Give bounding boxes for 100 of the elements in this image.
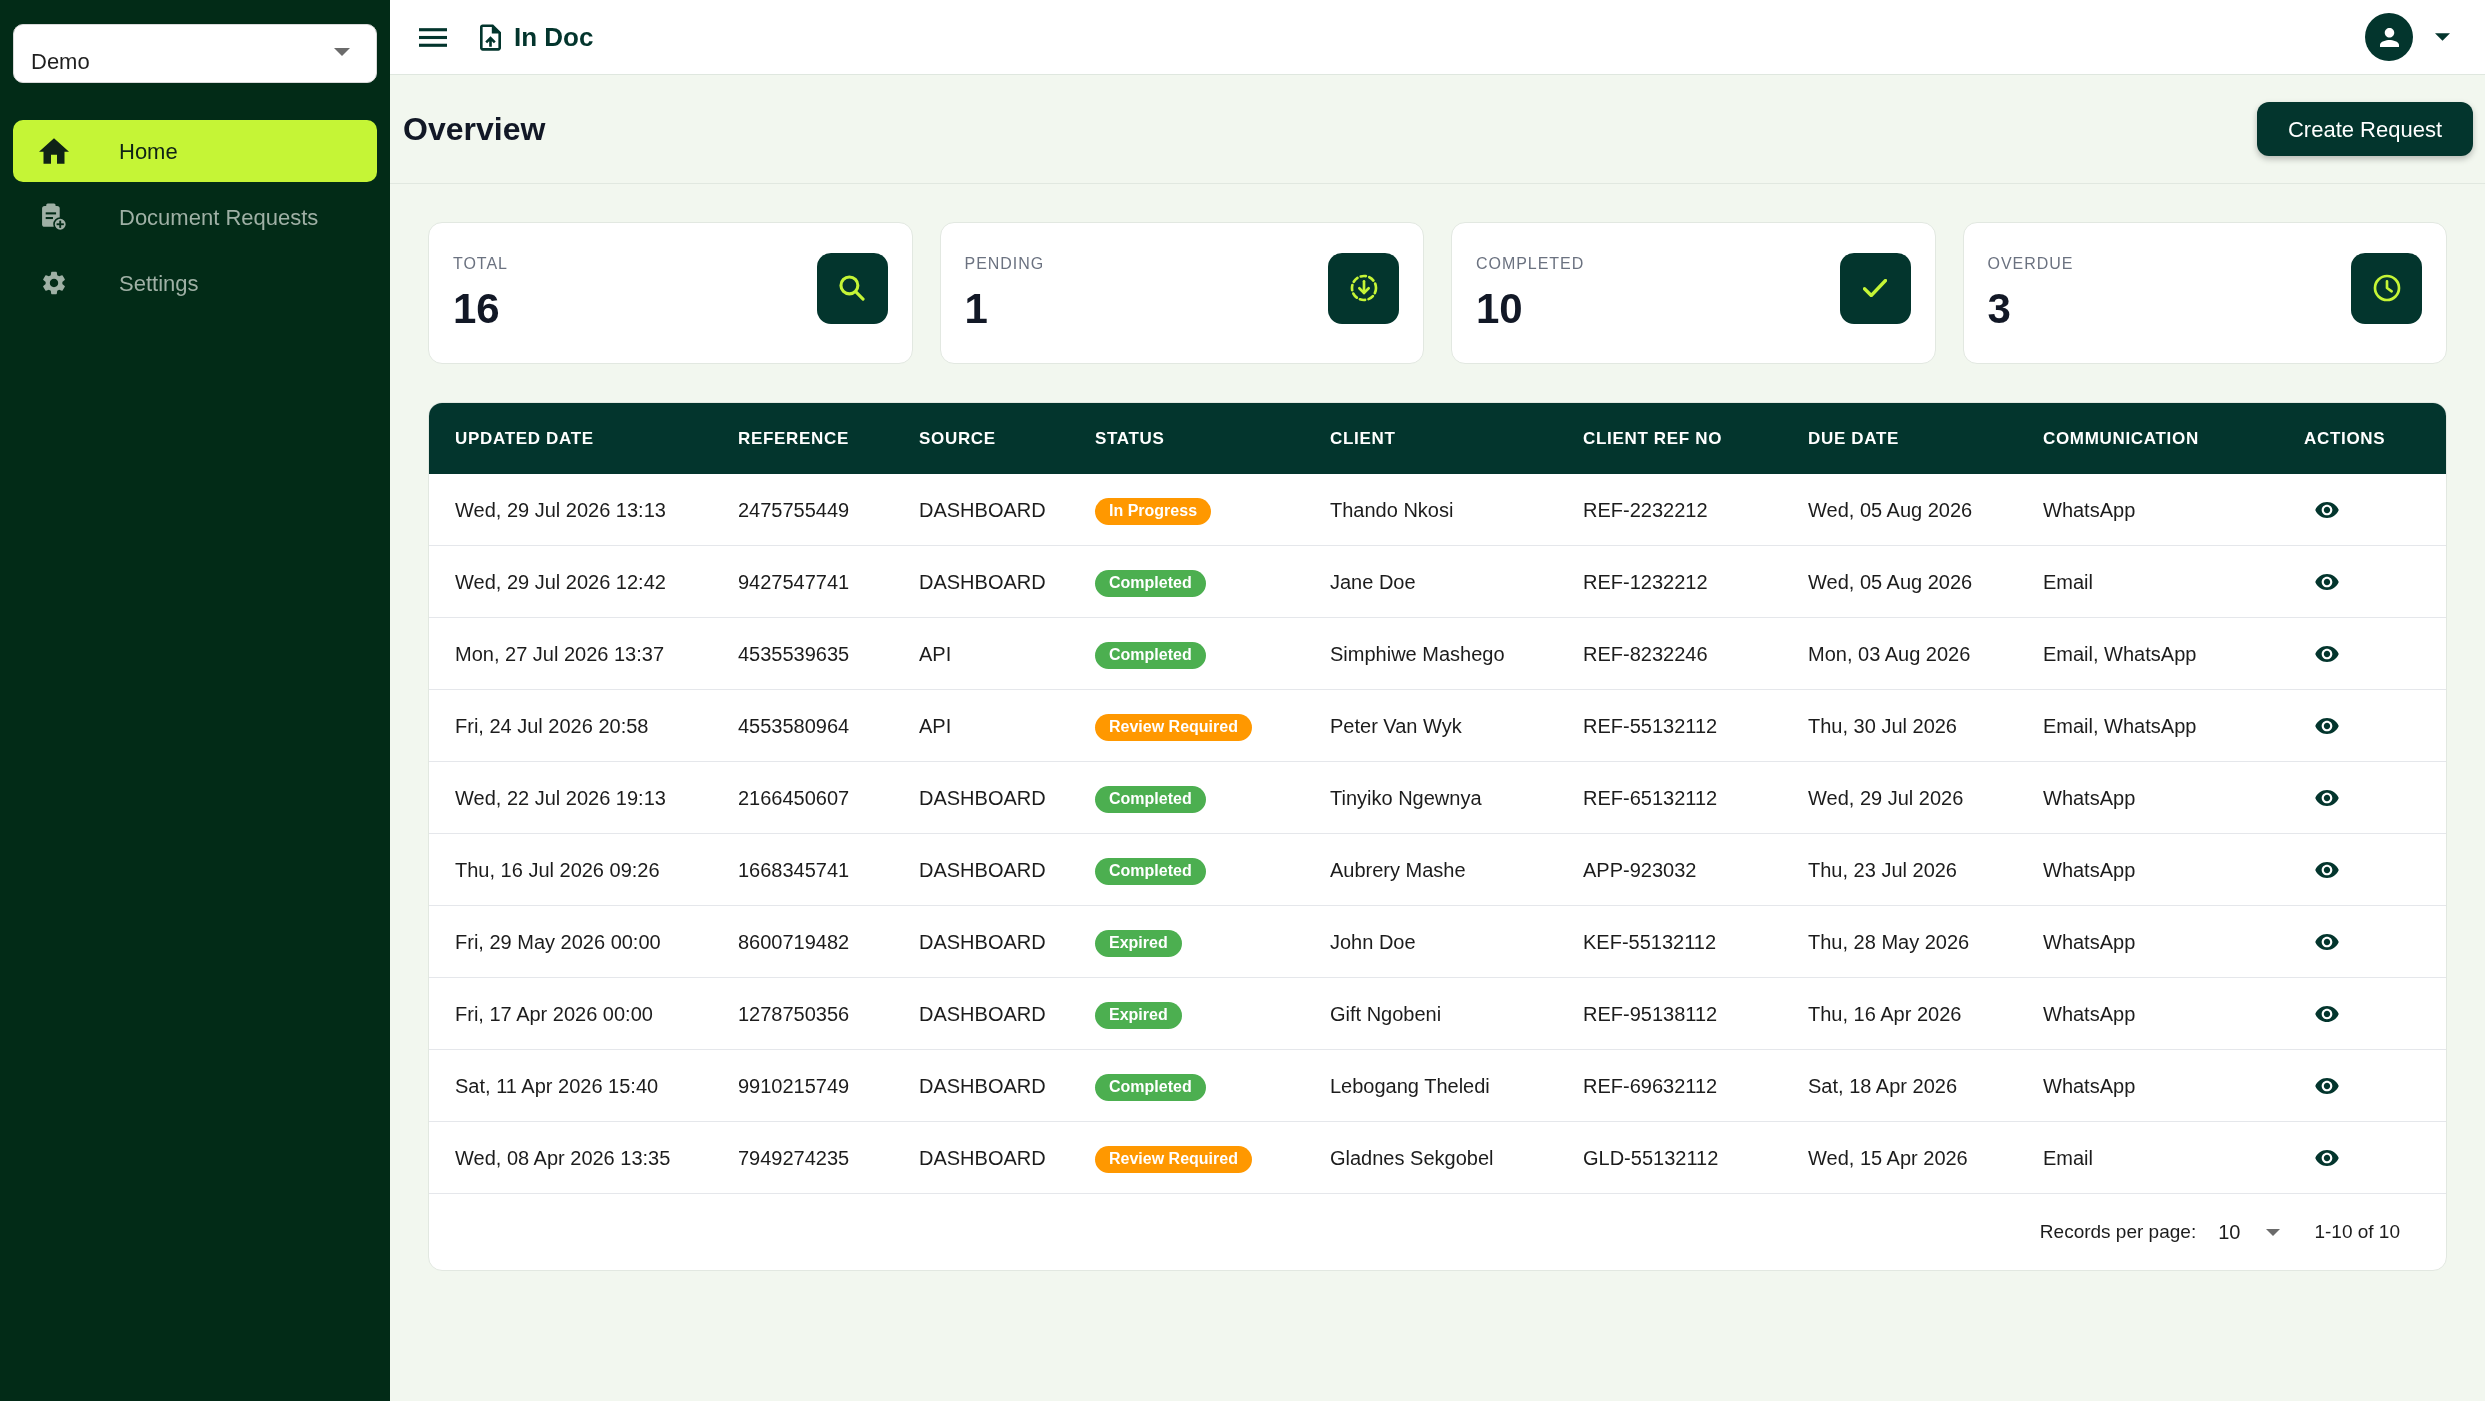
- table-cell: 1668345741: [738, 858, 850, 881]
- table-cell: Sat, 18 Apr 2026: [1808, 1074, 1957, 1097]
- status-badge: In Progress: [1095, 497, 1212, 525]
- table-cell: DASHBOARD: [919, 1146, 1046, 1169]
- table-cell: 1278750356: [738, 1002, 850, 1025]
- table-cell: Sat, 11 Apr 2026 15:40: [455, 1074, 659, 1097]
- stat-label: TOTAL: [453, 254, 508, 274]
- workspace-select[interactable]: Demo: [13, 24, 377, 83]
- pagination-range: 1-10 of 10: [2314, 1219, 2400, 1244]
- table-cell: DASHBOARD: [919, 858, 1046, 881]
- page-size-select[interactable]: 10: [2218, 1217, 2281, 1247]
- column-header: REFERENCE: [738, 428, 849, 448]
- eye-icon[interactable]: [2315, 1077, 2339, 1094]
- caret-icon: [334, 47, 350, 56]
- table-cell: 2166450607: [738, 786, 850, 809]
- status-badge: Completed: [1095, 569, 1206, 597]
- status-badge: Review Required: [1095, 713, 1252, 741]
- eye-icon[interactable]: [2315, 1005, 2339, 1022]
- table-cell: Wed, 08 Apr 2026 13:35: [455, 1146, 671, 1169]
- eye-icon[interactable]: [2315, 1149, 2339, 1166]
- eye-icon[interactable]: [2315, 861, 2339, 878]
- eye-icon[interactable]: [2315, 717, 2339, 734]
- table-cell: KEF-55132112: [1583, 930, 1717, 953]
- eye-icon[interactable]: [2315, 573, 2339, 590]
- table-cell: Fri, 17 Apr 2026 00:00: [455, 1002, 653, 1025]
- table-cell: Wed, 22 Jul 2026 19:13: [455, 786, 666, 809]
- table-cell: API: [919, 642, 952, 665]
- table-cell: Mon, 03 Aug 2026: [1808, 642, 1971, 665]
- create-request-button[interactable]: Create Request: [2257, 102, 2473, 156]
- page-title: Overview: [403, 110, 546, 149]
- table-cell: Thu, 23 Jul 2026: [1808, 858, 1957, 881]
- eye-icon[interactable]: [2315, 789, 2339, 806]
- status-badge: Completed: [1095, 785, 1206, 813]
- eye-icon[interactable]: [2315, 645, 2339, 662]
- table-cell: 9427547741: [738, 570, 850, 593]
- table-cell: Email, WhatsApp: [2043, 642, 2197, 665]
- table-cell: WhatsApp: [2043, 1002, 2136, 1025]
- table-cell: Thu, 16 Jul 2026 09:26: [455, 858, 660, 881]
- table-cell: Thu, 16 Apr 2026: [1808, 1002, 1962, 1025]
- sidebar-item[interactable]: Home: [13, 120, 377, 182]
- table-cell: REF-69632112: [1583, 1074, 1718, 1097]
- column-header: UPDATED DATE: [455, 428, 594, 448]
- table-cell: Wed, 15 Apr 2026: [1808, 1146, 1968, 1169]
- column-header: ACTIONS: [2304, 428, 2386, 448]
- table-cell: Wed, 05 Aug 2026: [1808, 570, 1973, 593]
- table-cell: REF-65132112: [1583, 786, 1718, 809]
- clipboard-plus-icon: [39, 203, 69, 231]
- records-per-page-label: Records per page:: [2039, 1219, 2197, 1244]
- home-icon: [39, 137, 69, 165]
- check-icon: [1839, 252, 1911, 324]
- status-badge: Completed: [1095, 1073, 1206, 1101]
- stat-label: OVERDUE: [1987, 254, 2074, 274]
- table-cell: Gladnes Sekgobel: [1330, 1146, 1494, 1169]
- table-cell: WhatsApp: [2043, 858, 2136, 881]
- stat-value: 1: [964, 286, 989, 332]
- stat-label: PENDING: [964, 254, 1045, 274]
- table-cell: 7949274235: [738, 1146, 850, 1169]
- stat-value: 16: [453, 286, 501, 332]
- table-cell: REF-2232212: [1583, 498, 1708, 521]
- table-cell: REF-95138112: [1583, 1002, 1718, 1025]
- stat-value: 3: [1987, 286, 2012, 332]
- caret-icon: [2435, 33, 2450, 41]
- table-cell: Wed, 29 Jul 2026 13:13: [455, 498, 666, 521]
- table-cell: Wed, 29 Jul 2026 12:42: [455, 570, 666, 593]
- table-cell: 2475755449: [738, 498, 850, 521]
- download-progress-icon: [1328, 252, 1399, 324]
- table-cell: Jane Doe: [1330, 570, 1416, 593]
- table-cell: Simphiwe Mashego: [1330, 642, 1505, 665]
- column-header: CLIENT REF NO: [1583, 428, 1723, 448]
- status-badge: Expired: [1095, 929, 1182, 957]
- table-cell: Fri, 24 Jul 2026 20:58: [455, 714, 649, 737]
- table-cell: 4535539635: [738, 642, 850, 665]
- status-badge: Completed: [1095, 641, 1206, 669]
- table-cell: Gift Ngobeni: [1330, 1002, 1442, 1025]
- status-badge: Completed: [1095, 857, 1206, 885]
- table-cell: Thu, 30 Jul 2026: [1808, 714, 1957, 737]
- table-cell: John Doe: [1330, 930, 1416, 953]
- search-icon: [816, 252, 888, 324]
- sidebar-item[interactable]: Settings: [13, 252, 377, 314]
- table-cell: APP-923032: [1583, 858, 1697, 881]
- table-cell: WhatsApp: [2043, 930, 2136, 953]
- user-avatar-icon[interactable]: [2365, 13, 2413, 61]
- table-cell: Lebogang Theledi: [1330, 1074, 1490, 1097]
- menu-icon[interactable]: [419, 27, 447, 47]
- app-title: In Doc: [514, 20, 594, 54]
- table-cell: DASHBOARD: [919, 1074, 1046, 1097]
- eye-icon[interactable]: [2315, 933, 2339, 950]
- status-badge: Expired: [1095, 1001, 1182, 1029]
- table-cell: Wed, 05 Aug 2026: [1808, 498, 1973, 521]
- table-cell: Tinyiko Ngewnya: [1330, 786, 1482, 809]
- table-cell: WhatsApp: [2043, 1074, 2136, 1097]
- clock-icon: [2351, 252, 2422, 324]
- sidebar-item[interactable]: Document Requests: [13, 186, 377, 248]
- column-header: CLIENT: [1330, 428, 1396, 448]
- document-upload-icon: [480, 23, 501, 51]
- table-cell: REF-55132112: [1583, 714, 1718, 737]
- table-cell: Wed, 29 Jul 2026: [1808, 786, 1964, 809]
- table-cell: GLD-55132112: [1583, 1146, 1719, 1169]
- table-cell: REF-8232246: [1583, 642, 1708, 665]
- eye-icon[interactable]: [2315, 501, 2339, 518]
